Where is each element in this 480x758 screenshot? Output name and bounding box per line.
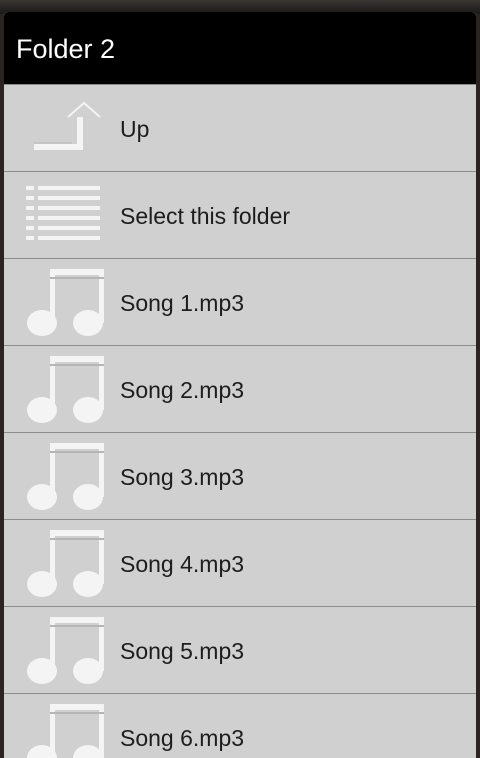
music-note-icon: [27, 704, 104, 758]
music-note-icon: [27, 356, 104, 423]
list-icon: [26, 186, 100, 240]
list-item-song[interactable]: Song 3.mp3: [4, 433, 476, 520]
music-note-icon: [27, 617, 104, 684]
list-item-label: Song 1.mp3: [120, 290, 245, 316]
list-item-song[interactable]: Song 2.mp3: [4, 346, 476, 433]
list-item-song[interactable]: Song 1.mp3: [4, 259, 476, 346]
list-item-song[interactable]: Song 6.mp3: [4, 694, 476, 758]
list-item-select-folder[interactable]: Select this folder: [4, 172, 476, 259]
list-item-up[interactable]: Up: [4, 85, 476, 172]
dialog-title: Folder 2: [16, 34, 116, 64]
file-list: Up Select this folder Song 1.mp3 Song 2.…: [4, 85, 476, 758]
list-item-label: Song 2.mp3: [120, 377, 245, 403]
dialog-title-bar: Folder 2: [4, 12, 476, 85]
list-item-label: Song 3.mp3: [120, 464, 245, 490]
list-item-label: Song 5.mp3: [120, 638, 245, 664]
music-note-icon: [27, 443, 104, 510]
list-item-song[interactable]: Song 5.mp3: [4, 607, 476, 694]
list-item-label: Up: [120, 116, 150, 142]
list-item-label: Song 4.mp3: [120, 551, 245, 577]
music-note-icon: [27, 530, 104, 597]
music-note-icon: [27, 269, 104, 336]
up-arrow-icon: [34, 101, 101, 150]
folder-picker-dialog: Folder 2 Up Select this folder Song 1.mp…: [4, 12, 476, 758]
list-item-label: Select this folder: [120, 203, 291, 229]
list-item-label: Song 6.mp3: [120, 725, 245, 751]
list-item-song[interactable]: Song 4.mp3: [4, 520, 476, 607]
